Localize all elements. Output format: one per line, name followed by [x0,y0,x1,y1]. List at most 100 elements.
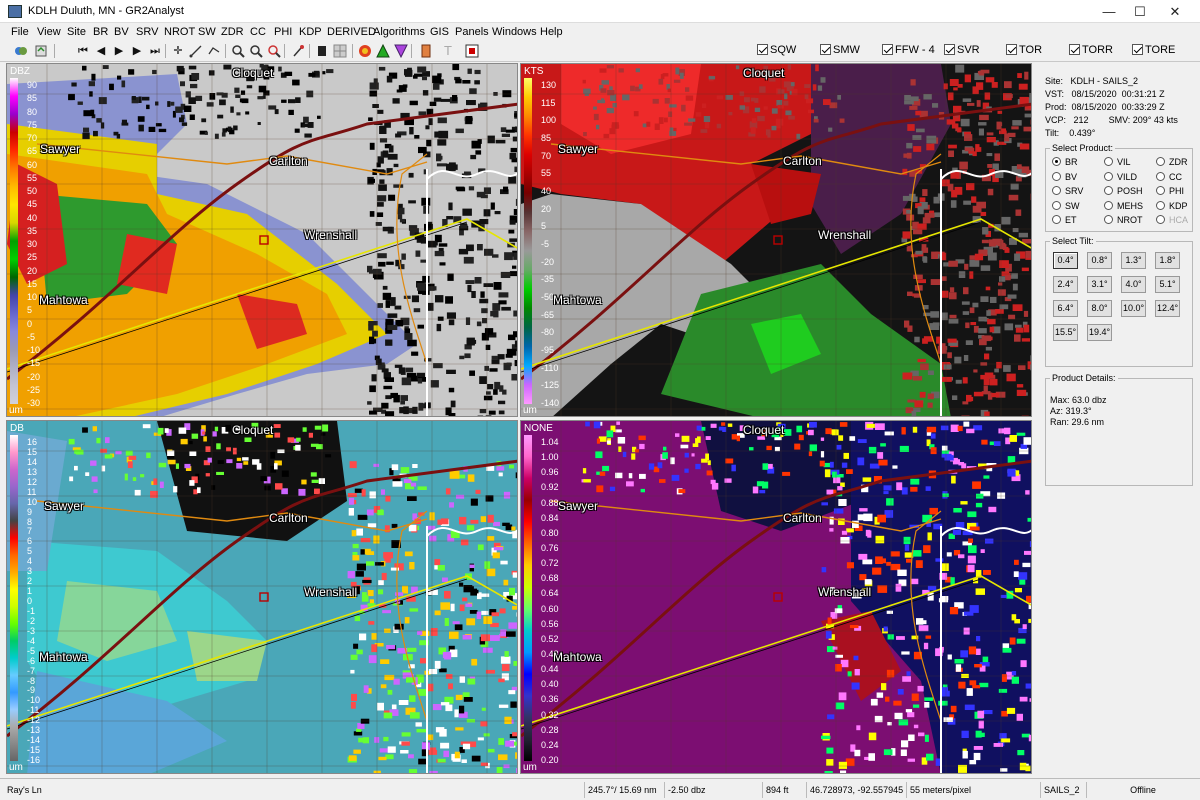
radar-bin [1000,738,1011,743]
play-icon[interactable]: ▶ [111,43,127,59]
menu-derived[interactable]: DERIVED [327,26,376,38]
triangle-down-icon[interactable] [393,43,409,59]
radar-panel-cc[interactable]: NONE 1.04 1.00 0.96 0.92 0.88 0.84 0.80 0.76 0.7… [520,420,1032,774]
tilt-button[interactable]: 12.4° [1155,300,1180,317]
menu-view[interactable]: View [37,26,61,38]
product-radio-mehs[interactable]: MEHS [1104,200,1143,213]
radar-bin [381,368,389,373]
menu-cc[interactable]: CC [250,26,266,38]
zoom-reset-icon[interactable] [266,43,282,59]
menu-zdr[interactable]: ZDR [221,26,244,38]
radar-bin [933,196,940,204]
refresh-icon[interactable] [33,43,49,59]
product-radio-sw[interactable]: SW [1052,200,1080,213]
menu-gis[interactable]: GIS [430,26,449,38]
close-button[interactable]: ✕ [1152,0,1198,23]
last-frame-icon[interactable]: ⏭ [147,43,163,59]
tilt-button[interactable]: 1.3° [1121,252,1146,269]
menu-algorithms[interactable]: Algorithms [373,26,425,38]
product-radio-cc[interactable]: CC [1156,171,1182,184]
menu-phi[interactable]: PHI [274,26,292,38]
warning-smw-checkbox[interactable]: SMW [820,44,860,58]
warning-sqw-checkbox[interactable]: SQW [757,44,796,58]
velocity-map[interactable] [521,64,1032,417]
tilt-button[interactable]: 5.1° [1155,276,1180,293]
tilt-button[interactable]: 10.0° [1121,300,1146,317]
product-radio-br[interactable]: BR [1052,157,1078,169]
crosshair-icon[interactable]: ✛ [170,43,186,59]
product-radio-et[interactable]: ET [1052,215,1077,227]
record-icon[interactable] [464,43,480,59]
radar-bin [83,110,91,117]
radar-panel-velocity[interactable]: KTS 130 115 100 85 70 55 40 20 5 -5 -20 -35 -50 -65 -8… [520,63,1032,417]
quad-panel-icon[interactable] [332,43,348,59]
tilt-button[interactable]: 4.0° [1121,276,1146,293]
radar-bin [308,432,313,438]
menu-file[interactable]: File [11,26,29,38]
radar-bin [896,482,903,491]
radar-bin [986,153,993,157]
menu-windows[interactable]: Windows [492,26,537,38]
tilt-button[interactable]: 1.8° [1155,252,1180,269]
single-panel-icon[interactable] [314,43,330,59]
menu-srv[interactable]: SRV [136,26,158,38]
layers-icon[interactable] [418,43,434,59]
menu-site[interactable]: Site [67,26,86,38]
tilt-button[interactable]: 19.4° [1087,324,1112,341]
radar-bin [449,502,454,508]
radar-bin [1024,550,1031,555]
product-radio-nrot[interactable]: NROT [1104,215,1143,227]
product-radio-phi[interactable]: PHI [1156,186,1184,198]
line-tool-icon[interactable] [206,43,222,59]
radar-bin [986,132,994,136]
product-radio-srv[interactable]: SRV [1052,186,1083,198]
warning-ffw-checkbox[interactable]: FFW - 4 [882,44,935,58]
triangle-up-icon[interactable] [375,43,391,59]
zdr-map[interactable] [7,421,518,774]
tilt-button[interactable]: 15.5° [1053,324,1078,341]
radar-bin [910,486,918,492]
product-radio-bv[interactable]: BV [1052,171,1077,184]
radar-bin [998,282,1003,286]
product-radio-vild[interactable]: VILD [1104,171,1137,184]
sites-icon[interactable] [13,43,29,59]
tilt-button[interactable]: 0.8° [1087,252,1112,269]
distance-icon[interactable] [188,43,204,59]
menu-bv[interactable]: BV [114,26,129,38]
text-tool-icon[interactable]: T [440,43,456,59]
radar-panel-zdr[interactable]: DB 16 15 14 13 12 11 10 9 8 7 6 5 4 3 2 1 0 -1 -2 -3 -4 -5 -6-… [6,420,518,774]
zoom-out-icon[interactable] [248,43,264,59]
scale-tick: -6 [27,655,36,666]
warning-torr-checkbox[interactable]: TORR [1069,44,1113,58]
product-radio-vil[interactable]: VIL [1104,157,1131,169]
cc-map[interactable] [521,421,1032,774]
warning-svr-checkbox[interactable]: SVR [944,44,980,58]
warning-tore-checkbox[interactable]: TORE [1132,44,1175,58]
tilt-button[interactable]: 3.1° [1087,276,1112,293]
tilt-button[interactable]: 2.4° [1053,276,1078,293]
product-radio-kdp[interactable]: KDP [1156,200,1188,213]
radar-bin [77,101,83,105]
reflectivity-map[interactable] [7,64,518,417]
menu-kdp[interactable]: KDP [299,26,322,38]
tilt-button[interactable]: 8.0° [1087,300,1112,317]
sample-icon[interactable] [290,43,306,59]
tilt-button[interactable]: 0.4° [1053,252,1078,269]
menu-br[interactable]: BR [93,26,108,38]
radar-bin [353,643,359,649]
radar-panel-reflectivity[interactable]: DBZ 90 85 80 75 70 65 60 55 50 45 40 35 30 25 20 15 10 5 0… [6,63,518,417]
menu-panels[interactable]: Panels [455,26,489,38]
menu-sw[interactable]: SW [198,26,216,38]
next-frame-icon[interactable]: ▶ [129,43,145,59]
prev-frame-icon[interactable]: ◀ [93,43,109,59]
tilt-button[interactable]: 6.4° [1053,300,1078,317]
zoom-in-icon[interactable] [230,43,246,59]
radar-bin [157,427,164,435]
menu-nrot[interactable]: NROT [164,26,195,38]
product-radio-zdr[interactable]: ZDR [1156,157,1188,169]
menu-help[interactable]: Help [540,26,563,38]
first-frame-icon[interactable]: ⏮ [75,43,91,59]
warning-tor-checkbox[interactable]: TOR [1006,44,1042,58]
color-table-icon[interactable] [357,43,373,59]
product-radio-posh[interactable]: POSH [1104,186,1143,198]
